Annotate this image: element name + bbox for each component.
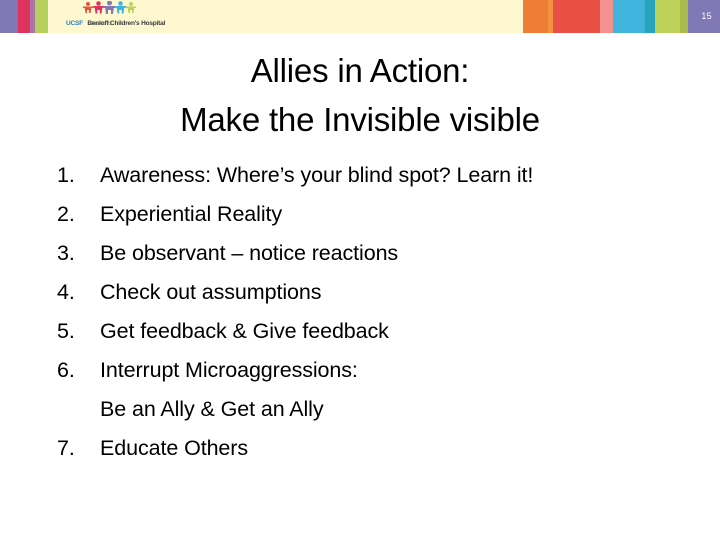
list-item-number: 3. [57,241,75,265]
list-item: 7. Educate Others [0,429,720,468]
list-item-number: 2. [57,202,75,226]
list-item: Be an Ally & Get an Ally [0,390,720,429]
list-item-number: 6. [57,358,75,382]
list-item-text: Awareness: Where’s your blind spot? Lear… [100,163,534,187]
strip-olive [680,0,688,33]
hospital-logo: UCSF Benioff Children's Hospital Oakland [66,1,186,33]
logo-brand: UCSF [66,20,83,27]
list-item: 2. Experiential Reality [0,195,720,234]
list-item-text: Experiential Reality [100,202,283,226]
strip-skyblue [613,0,645,33]
slide-title: Allies in Action: Make the Invisible vis… [0,46,720,144]
strip-magenta [18,0,30,33]
title-line-1: Allies in Action: [250,52,470,89]
list-item-text: Be an Ally & Get an Ally [100,397,324,421]
strip-purple [0,0,18,33]
list-item: 1. Awareness: Where’s your blind spot? Le… [0,156,720,195]
strip-green [35,0,48,33]
list-item-number: 5. [57,319,75,343]
list-item-text: Be observant – notice reactions [100,241,399,265]
strip-lime [655,0,680,33]
logo-city: Oakland [90,21,112,27]
list-item: 4. Check out assumptions [0,273,720,312]
slide-header: UCSF Benioff Children's Hospital Oakland… [0,0,720,33]
list-item: 5. Get feedback & Give feedback [0,312,720,351]
strip-teal [645,0,655,33]
page-number: 15 [701,11,712,21]
list-item-number: 1. [57,163,75,187]
list-item-text: Interrupt Microaggressions: [100,358,358,382]
list-item-text: Educate Others [100,436,248,460]
strip-salmon [600,0,613,33]
list-item-text: Check out assumptions [100,280,322,304]
strip-red [553,0,600,33]
list-item-number: 7. [57,436,75,460]
list-item-text: Get feedback & Give feedback [100,319,389,343]
title-line-2: Make the Invisible visible [180,101,540,138]
list-item-number: 4. [57,280,75,304]
logo-wordmark: UCSF Benioff Children's Hospital [66,13,165,29]
list-item: 3. Be observant – notice reactions [0,234,720,273]
list-item: 6. Interrupt Microaggressions: [0,351,720,390]
numbered-list: 1. Awareness: Where’s your blind spot? Le… [0,156,720,468]
strip-orange [523,0,548,33]
